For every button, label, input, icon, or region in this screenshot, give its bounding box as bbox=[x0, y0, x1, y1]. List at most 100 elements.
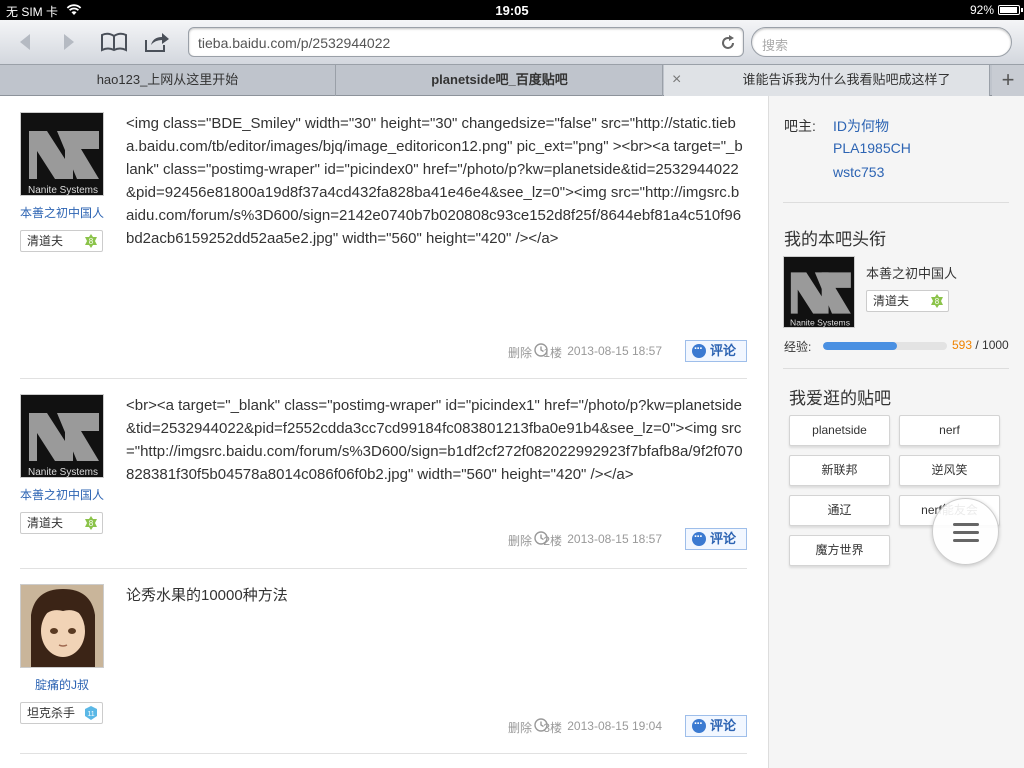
post-item: 腚痛的J叔 坦克杀手 11 论秀水果的10000种方法 删除 3楼 2013-0… bbox=[20, 584, 747, 754]
menu-icon-line bbox=[953, 531, 979, 534]
post-meta: 删除 2楼 2013-08-15 18:57 评论 bbox=[447, 527, 747, 550]
username-link[interactable]: 本善之初中国人 bbox=[20, 486, 104, 503]
owner-link[interactable]: PLA1985CH bbox=[833, 140, 911, 156]
anime-avatar-icon bbox=[21, 585, 103, 667]
avatar[interactable]: Nanite Systems bbox=[20, 394, 104, 478]
level-icon: 8 bbox=[85, 234, 97, 248]
owner-label: 吧主: bbox=[784, 118, 816, 134]
nanite-logo-icon: Nanite Systems bbox=[21, 113, 103, 196]
new-tab-button[interactable]: + bbox=[992, 65, 1024, 96]
comment-icon bbox=[692, 714, 706, 734]
tab-current[interactable]: × 谁能告诉我为什么我看贴吧成这样了 bbox=[664, 65, 990, 96]
menu-button[interactable] bbox=[932, 498, 999, 565]
comment-button[interactable]: 评论 bbox=[685, 339, 747, 362]
fav-bar-link[interactable]: 新联邦 bbox=[789, 455, 890, 486]
exp-progress-fill bbox=[823, 342, 897, 350]
nanite-logo-icon: Nanite Systems bbox=[21, 395, 103, 478]
badge-label: 清道夫 bbox=[27, 234, 64, 248]
svg-text:Nanite Systems: Nanite Systems bbox=[28, 467, 98, 478]
fav-bar-link[interactable]: 通辽 bbox=[789, 495, 890, 526]
post-item: Nanite Systems 本善之初中国人 清道夫 8 <br><a targ… bbox=[20, 394, 747, 569]
user-badge: 坦克杀手 11 bbox=[20, 702, 103, 724]
username-link[interactable]: 本善之初中国人 bbox=[20, 204, 104, 221]
delete-link[interactable]: 删除 bbox=[508, 532, 532, 549]
forward-icon[interactable] bbox=[54, 30, 82, 54]
tab-planetside[interactable]: planetside吧_百度贴吧 bbox=[337, 65, 663, 96]
tab-label: planetside吧_百度贴吧 bbox=[431, 72, 568, 87]
divider bbox=[783, 202, 1009, 203]
share-icon[interactable] bbox=[143, 30, 171, 54]
owner-link[interactable]: wstc753 bbox=[833, 164, 884, 180]
exp-value: 593 / 1000 bbox=[952, 338, 1009, 352]
sidebar: 吧主: ID为何物 PLA1985CH wstc753 我的本吧头衔 Nanit… bbox=[768, 96, 1024, 768]
search-placeholder: 搜索 bbox=[762, 38, 789, 53]
back-icon[interactable] bbox=[12, 30, 40, 54]
clock: 19:05 bbox=[495, 3, 529, 18]
post-time: 2013-08-15 18:57 bbox=[567, 344, 662, 358]
badge-label: 清道夫 bbox=[27, 516, 64, 530]
svg-text:Nanite Systems: Nanite Systems bbox=[28, 185, 98, 196]
address-bar[interactable]: tieba.baidu.com/p/2532944022 bbox=[188, 27, 744, 57]
avatar[interactable] bbox=[20, 584, 104, 668]
clock-icon bbox=[534, 531, 548, 545]
post-item: Nanite Systems 本善之初中国人 清道夫 8 <img class=… bbox=[20, 112, 747, 379]
fav-bar-link[interactable]: 魔方世界 bbox=[789, 535, 890, 566]
svg-text:11: 11 bbox=[87, 711, 94, 718]
menu-icon-line bbox=[953, 523, 979, 526]
browser-toolbar: tieba.baidu.com/p/2532944022 搜索 bbox=[0, 20, 1024, 64]
post-content: <img class="BDE_Smiley" width="30" heigh… bbox=[126, 115, 743, 247]
comment-icon bbox=[692, 527, 706, 547]
comment-button[interactable]: 评论 bbox=[685, 527, 747, 550]
divider bbox=[783, 368, 1009, 369]
comment-button[interactable]: 评论 bbox=[685, 714, 747, 737]
menu-icon-line bbox=[953, 539, 979, 542]
battery-percent: 92% bbox=[969, 3, 994, 17]
my-badge: 清道夫 8 bbox=[866, 290, 949, 312]
bookmarks-icon[interactable] bbox=[100, 30, 128, 54]
comment-label: 评论 bbox=[710, 531, 737, 546]
nanite-logo-icon: Nanite Systems bbox=[784, 257, 854, 328]
fav-bar-link[interactable]: planetside bbox=[789, 415, 890, 446]
post-content: <br><a target="_blank" class="postimg-wr… bbox=[126, 397, 743, 483]
comment-label: 评论 bbox=[710, 343, 737, 358]
exp-current: 593 bbox=[952, 338, 973, 352]
fav-bar-link[interactable]: 逆风笑 bbox=[899, 455, 1000, 486]
svg-text:8: 8 bbox=[935, 297, 940, 306]
clock-icon bbox=[534, 343, 548, 357]
fav-heading: 我爱逛的贴吧 bbox=[789, 389, 891, 408]
post-meta: 删除 3楼 2013-08-15 19:04 评论 bbox=[447, 714, 747, 737]
delete-link[interactable]: 删除 bbox=[508, 719, 532, 736]
reload-icon[interactable] bbox=[719, 34, 737, 52]
exp-progress-bar bbox=[823, 342, 947, 350]
owner-link[interactable]: ID为何物 bbox=[833, 116, 889, 136]
tab-label: 谁能告诉我为什么我看贴吧成这样了 bbox=[742, 72, 951, 87]
post-meta: 删除 1楼 2013-08-15 18:57 评论 bbox=[447, 339, 747, 362]
svg-text:Nanite Systems: Nanite Systems bbox=[790, 318, 850, 328]
comment-label: 评论 bbox=[710, 718, 737, 733]
user-badge: 清道夫 8 bbox=[20, 230, 103, 252]
avatar[interactable]: Nanite Systems bbox=[20, 112, 104, 196]
badge-label: 坦克杀手 bbox=[27, 706, 76, 720]
level-icon: 11 bbox=[85, 706, 97, 720]
svg-text:8: 8 bbox=[89, 519, 94, 528]
fav-bar-link[interactable]: nerf bbox=[899, 415, 1000, 446]
post-list: Nanite Systems 本善之初中国人 清道夫 8 <img class=… bbox=[0, 96, 768, 768]
user-badge: 清道夫 8 bbox=[20, 512, 103, 534]
post-content: 论秀水果的10000种方法 bbox=[126, 587, 288, 604]
tab-hao123[interactable]: hao123_上网从这里开始 bbox=[0, 65, 336, 96]
search-field[interactable]: 搜索 bbox=[751, 27, 1012, 57]
my-avatar[interactable]: Nanite Systems bbox=[783, 256, 855, 328]
post-time: 2013-08-15 18:57 bbox=[567, 532, 662, 546]
post-time: 2013-08-15 19:04 bbox=[567, 719, 662, 733]
status-bar: 无 SIM 卡 19:05 92% bbox=[0, 0, 1024, 20]
tab-label: hao123_上网从这里开始 bbox=[96, 72, 239, 87]
svg-text:8: 8 bbox=[89, 237, 94, 246]
username-link[interactable]: 腚痛的J叔 bbox=[20, 676, 104, 693]
battery-icon bbox=[998, 5, 1023, 15]
level-icon: 8 bbox=[931, 294, 943, 308]
title-heading: 我的本吧头衔 bbox=[784, 230, 886, 249]
level-icon: 8 bbox=[85, 516, 97, 530]
close-tab-icon[interactable]: × bbox=[672, 65, 681, 95]
my-username[interactable]: 本善之初中国人 bbox=[866, 263, 957, 282]
delete-link[interactable]: 删除 bbox=[508, 344, 532, 361]
